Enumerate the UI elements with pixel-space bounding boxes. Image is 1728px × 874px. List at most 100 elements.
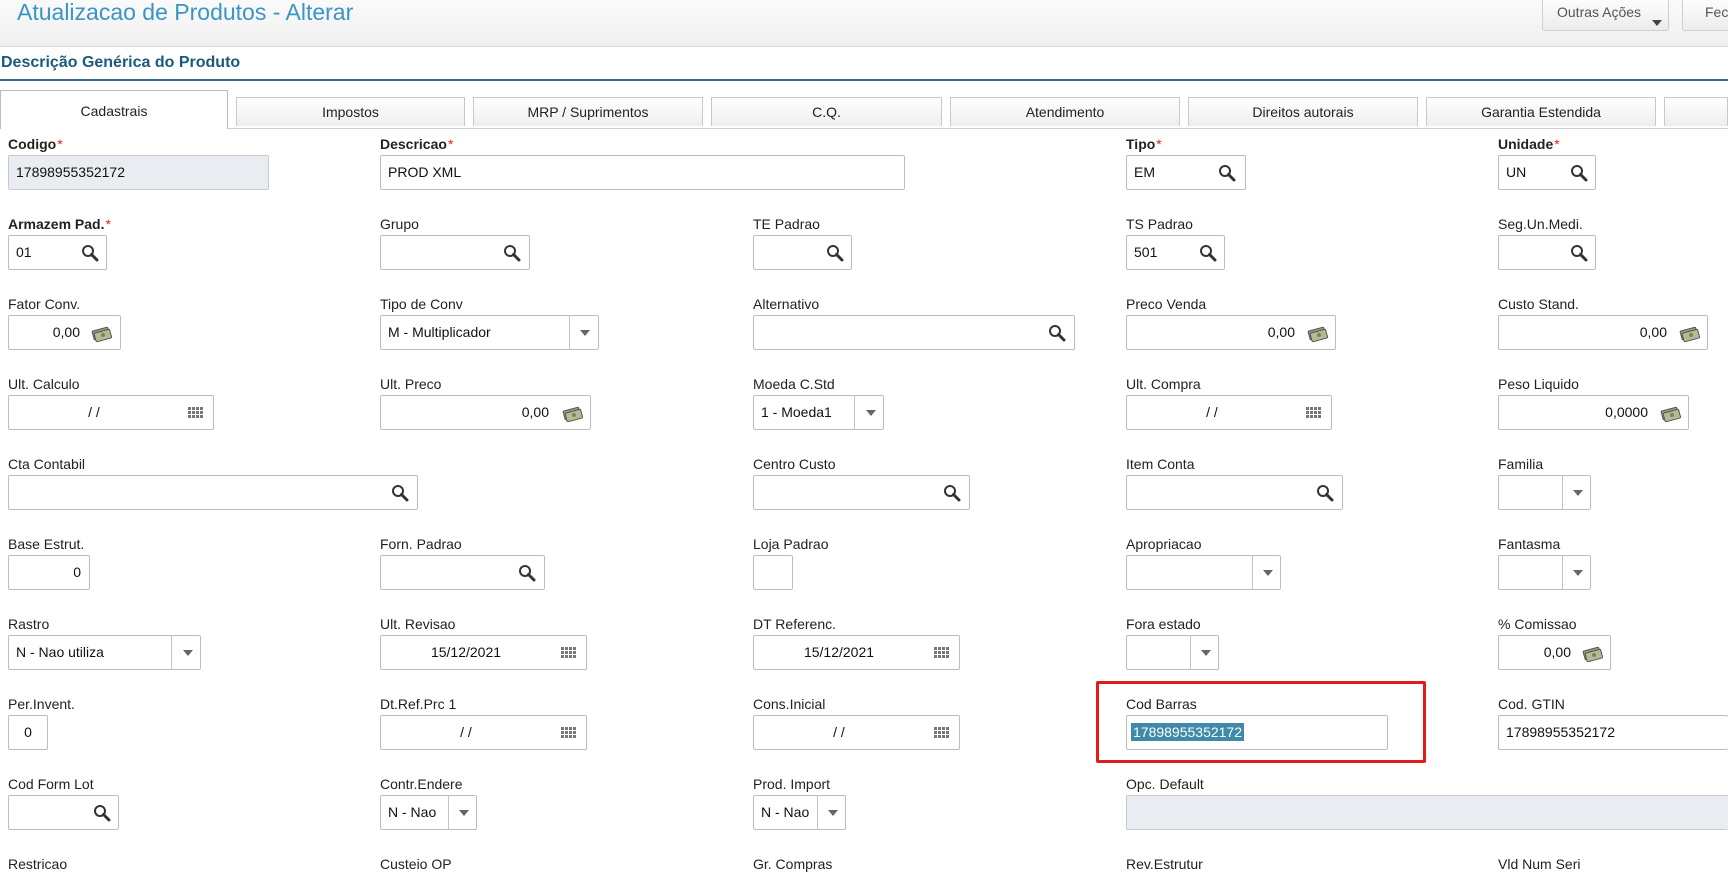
peso-liquido-field[interactable]: 0,0000 [1498,395,1689,430]
tab-mrp-suprimentos[interactable]: MRP / Suprimentos [473,97,703,126]
tab-more[interactable] [1664,97,1728,126]
search-icon[interactable] [391,484,409,502]
calendar-icon[interactable] [1305,404,1323,422]
cta-contabil-field[interactable] [8,475,418,510]
dt-ref-prc-date[interactable]: / / [380,715,587,750]
fora-estado-select[interactable] [1126,635,1219,670]
dt-referenc-date[interactable]: 15/12/2021 [753,635,960,670]
ult-calculo-date[interactable]: / / [8,395,214,430]
comissao-value: 0,00 [1543,644,1571,660]
search-icon[interactable] [943,484,961,502]
label-cta-contabil: Cta Contabil [8,456,86,472]
search-icon[interactable] [1199,244,1217,262]
label-ult-revisao: Ult. Revisao [380,616,456,632]
opc-default-field[interactable] [1126,795,1728,830]
contr-endere-select[interactable]: N - Nao [380,795,477,830]
search-icon[interactable] [93,804,111,822]
fantasma-select[interactable] [1498,555,1591,590]
centro-custo-field[interactable] [753,475,970,510]
calendar-icon[interactable] [560,724,578,742]
label-gr-compras: Gr. Compras [753,856,833,872]
search-icon[interactable] [503,244,521,262]
forn-padrao-field[interactable] [380,555,545,590]
label-forn-padrao: Forn. Padrao [380,536,462,552]
familia-select[interactable] [1498,475,1591,510]
ult-calculo-value: / / [88,404,100,420]
search-icon[interactable] [1218,164,1236,182]
money-icon[interactable] [1660,404,1682,422]
rastro-select[interactable]: N - Nao utiliza [8,635,201,670]
fator-conv-field[interactable]: 0,00 [8,315,121,350]
money-icon[interactable] [562,404,584,422]
comissao-field[interactable]: 0,00 [1498,635,1611,670]
tipo-field[interactable]: EM [1126,155,1246,190]
moeda-cstd-select[interactable]: 1 - Moeda1 [753,395,884,430]
te-padrao-field[interactable] [753,235,852,270]
calendar-icon[interactable] [933,724,951,742]
tab-impostos[interactable]: Impostos [236,97,465,126]
tab-garantia-estendida[interactable]: Garantia Estendida [1426,97,1656,126]
ts-padrao-field[interactable]: 501 [1126,235,1225,270]
label-fora-estado: Fora estado [1126,616,1201,632]
ult-compra-date[interactable]: / / [1126,395,1332,430]
label-cod-form-lot: Cod Form Lot [8,776,94,792]
search-icon[interactable] [1570,164,1588,182]
calendar-icon[interactable] [560,644,578,662]
label-ult-calculo: Ult. Calculo [8,376,80,392]
section-title: Descrição Genérica do Produto [1,54,241,71]
item-conta-field[interactable] [1126,475,1343,510]
ult-revisao-date[interactable]: 15/12/2021 [380,635,587,670]
custo-stand-field[interactable]: 0,00 [1498,315,1708,350]
chevron-down-icon [1652,20,1662,26]
label-cod-gtin: Cod. GTIN [1498,696,1565,712]
loja-padrao-field[interactable] [753,555,793,590]
prod-import-select[interactable]: N - Nao [753,795,846,830]
custo-stand-value: 0,00 [1639,324,1667,340]
label-prod-import: Prod. Import [753,776,831,792]
search-icon[interactable] [1048,324,1066,342]
money-icon[interactable] [1307,324,1329,342]
base-estrut-field[interactable]: 0 [8,555,90,590]
money-icon[interactable] [91,324,113,342]
tab-direitos-autorais[interactable]: Direitos autorais [1188,97,1418,126]
armazem-field[interactable]: 01 [8,235,107,270]
section-divider [0,79,1728,81]
alternativo-field[interactable] [753,315,1075,350]
unidade-field[interactable]: UN [1498,155,1596,190]
apropriacao-select[interactable] [1126,555,1281,590]
search-icon[interactable] [81,244,99,262]
search-icon[interactable] [518,564,536,582]
ult-compra-value: / / [1206,404,1218,420]
descricao-value: PROD XML [388,164,462,180]
label-contr-endere: Contr.Endere [380,776,463,792]
label-custo-stand: Custo Stand. [1498,296,1579,312]
codigo-field[interactable]: 17898955352172 [8,155,269,190]
calendar-icon[interactable] [187,404,205,422]
other-actions-button[interactable]: Outras Ações [1542,0,1669,31]
cod-form-lot-field[interactable] [8,795,119,830]
grupo-field[interactable] [380,235,530,270]
preco-venda-field[interactable]: 0,00 [1126,315,1336,350]
money-icon[interactable] [1679,324,1701,342]
search-icon[interactable] [1316,484,1334,502]
cons-inicial-date[interactable]: / / [753,715,960,750]
tab-cq[interactable]: C.Q. [711,97,942,126]
tab-atendimento[interactable]: Atendimento [950,97,1180,126]
label-ult-preco: Ult. Preco [380,376,442,392]
money-icon[interactable] [1582,644,1604,662]
search-icon[interactable] [826,244,844,262]
cod-gtin-field[interactable]: 17898955352172 [1498,715,1728,750]
per-invent-field[interactable]: 0 [8,715,48,750]
calendar-icon[interactable] [933,644,951,662]
ult-preco-field[interactable]: 0,00 [380,395,591,430]
close-button[interactable]: Fec [1682,0,1728,31]
descricao-field[interactable]: PROD XML [380,155,905,190]
label-familia: Familia [1498,456,1544,472]
tab-cadastrais[interactable]: Cadastrais [0,90,228,129]
label-seg-un: Seg.Un.Medi. [1498,216,1583,232]
base-estrut-value: 0 [73,564,81,580]
label-preco-venda: Preco Venda [1126,296,1207,312]
tipo-conv-select[interactable]: M - Multiplicador [380,315,599,350]
search-icon[interactable] [1570,244,1588,262]
seg-un-field[interactable] [1498,235,1596,270]
